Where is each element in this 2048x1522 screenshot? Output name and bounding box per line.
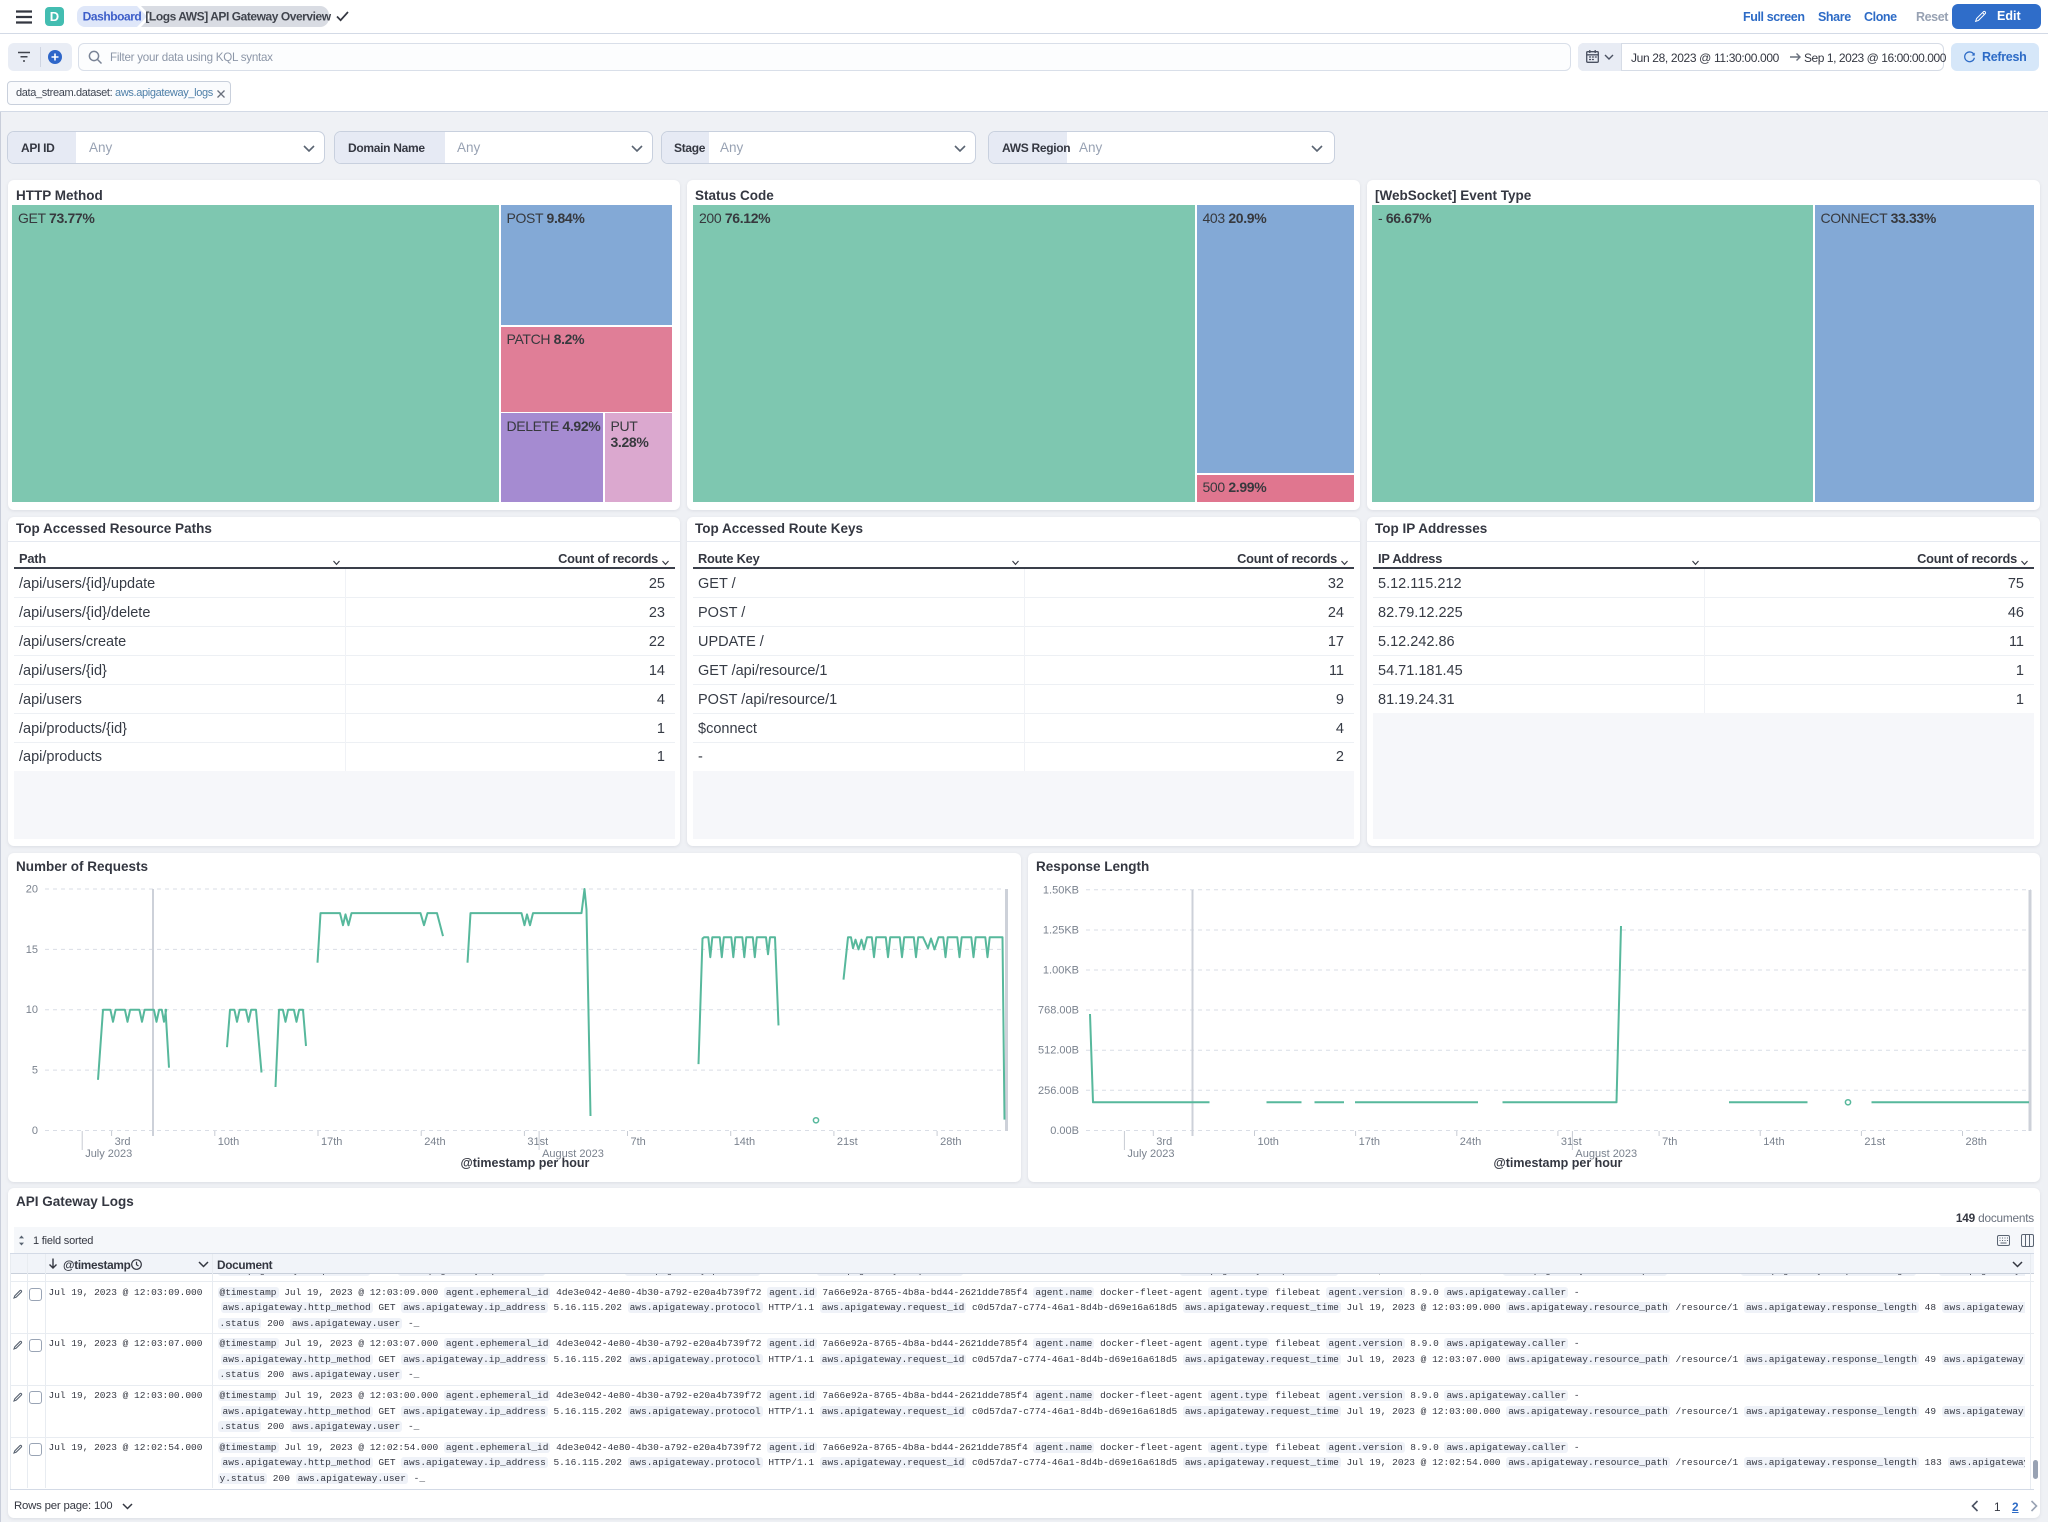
svg-text:28th: 28th [1966, 1136, 1987, 1148]
svg-text:7th: 7th [1662, 1136, 1677, 1148]
svg-text:[Logs AWS] API Gateway Overvie: [Logs AWS] API Gateway Overview [145, 10, 331, 24]
svg-text:10th: 10th [1258, 1136, 1279, 1148]
svg-text:17th: 17th [321, 1136, 342, 1148]
svg-text:21st: 21st [837, 1136, 858, 1148]
svg-text:July 2023: July 2023 [1127, 1148, 1174, 1160]
svg-text:17th: 17th [1359, 1136, 1380, 1148]
svg-text:July 2023: July 2023 [85, 1148, 132, 1160]
svg-text:20: 20 [26, 884, 38, 896]
svg-text:21st: 21st [1864, 1136, 1885, 1148]
svg-text:14th: 14th [734, 1136, 755, 1148]
svg-text:14th: 14th [1763, 1136, 1784, 1148]
svg-text:28th: 28th [940, 1136, 961, 1148]
svg-text:1.25KB: 1.25KB [1043, 925, 1079, 937]
svg-text:0: 0 [32, 1125, 38, 1137]
svg-text:Dashboard: Dashboard [83, 10, 142, 24]
svg-text:24th: 24th [1460, 1136, 1481, 1148]
svg-text:1.50KB: 1.50KB [1043, 884, 1079, 896]
svg-text:15: 15 [26, 944, 38, 956]
svg-text:5: 5 [32, 1065, 38, 1077]
svg-text:768.00B: 768.00B [1038, 1005, 1079, 1017]
svg-text:3rd: 3rd [1156, 1136, 1172, 1148]
svg-text:0.00B: 0.00B [1050, 1125, 1079, 1137]
svg-text:3rd: 3rd [115, 1136, 131, 1148]
svg-text:256.00B: 256.00B [1038, 1085, 1079, 1097]
svg-text:7th: 7th [631, 1136, 646, 1148]
svg-text:@timestamp per hour: @timestamp per hour [1494, 1156, 1623, 1170]
svg-text:31st: 31st [527, 1136, 548, 1148]
svg-text:1.00KB: 1.00KB [1043, 965, 1079, 977]
svg-text:24th: 24th [424, 1136, 445, 1148]
svg-text:10th: 10th [218, 1136, 239, 1148]
svg-text:@timestamp per hour: @timestamp per hour [461, 1156, 590, 1170]
svg-text:31st: 31st [1561, 1136, 1582, 1148]
svg-text:512.00B: 512.00B [1038, 1045, 1079, 1057]
svg-text:10: 10 [26, 1004, 38, 1016]
